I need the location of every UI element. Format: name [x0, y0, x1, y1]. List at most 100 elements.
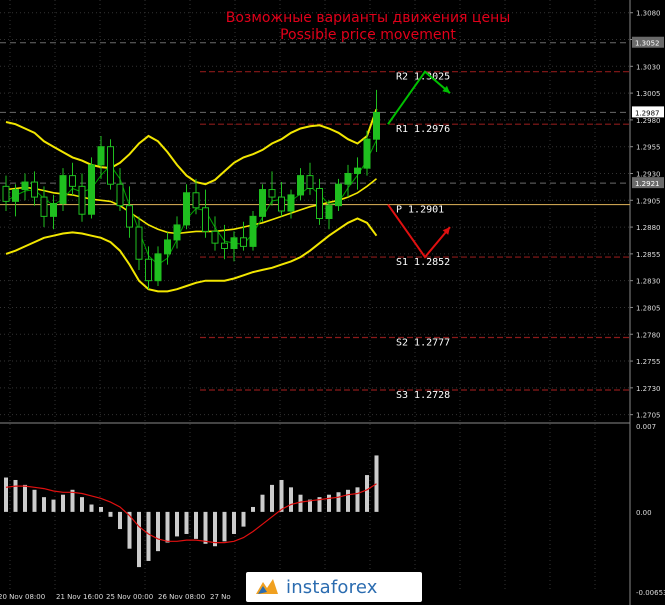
y-tick-label: 1.2780: [636, 331, 661, 339]
y-tick-label: 1.2705: [636, 412, 661, 420]
y-tick-label: 1.2880: [636, 224, 661, 232]
candle-body: [145, 258, 152, 282]
macd-bar: [165, 511, 170, 543]
candle-body: [316, 187, 323, 220]
macd-bar: [23, 484, 27, 512]
macd-tick-label: -0.00653: [636, 589, 665, 597]
candle-body: [325, 205, 333, 220]
chart-background: [0, 0, 665, 605]
x-tick-label: 25 Nov 00:00: [106, 593, 153, 601]
macd-bar: [42, 497, 46, 512]
candle-body: [297, 175, 304, 196]
candle-body: [192, 192, 200, 209]
candle-body: [211, 230, 219, 244]
macd-bar: [241, 511, 246, 527]
macd-bar: [251, 506, 255, 512]
y-tick-label: 1.2830: [636, 278, 661, 286]
candle-body: [240, 237, 247, 247]
level-label: P 1.2901: [396, 205, 444, 216]
level-label: R1 1.2976: [396, 124, 450, 135]
level-label: S3 1.2728: [396, 390, 450, 401]
macd-bar: [289, 487, 293, 512]
candle-body: [31, 181, 38, 198]
candle-body: [107, 146, 114, 185]
macd-bar: [61, 494, 65, 512]
macd-bar: [270, 484, 274, 512]
candle-body: [363, 138, 371, 169]
macd-bar: [51, 499, 56, 512]
y-tick-label: 1.2805: [636, 304, 661, 312]
candle-body: [249, 215, 257, 247]
macd-bar: [137, 511, 141, 568]
candle-body: [126, 205, 133, 228]
candle-body: [88, 164, 95, 215]
candle-body: [2, 185, 10, 202]
macd-tick-label: 0.00: [636, 509, 652, 517]
chart-title-ru: Возможные варианты движения цены: [226, 10, 511, 26]
candle-body: [154, 253, 162, 282]
candle-body: [50, 202, 57, 217]
macd-bar: [32, 489, 37, 512]
candle-body: [221, 242, 228, 250]
x-tick-label: 26 Nov 08:00: [158, 593, 205, 601]
y-tick-label: 1.3030: [636, 63, 661, 71]
candle-body: [97, 146, 105, 166]
macd-bar: [80, 497, 84, 512]
candle-body: [59, 175, 67, 204]
candle-body: [116, 183, 124, 207]
macd-bar: [13, 479, 18, 512]
level-label: S2 1.2777: [396, 337, 450, 348]
macd-bar: [184, 511, 189, 534]
candle-body: [40, 196, 48, 217]
candle-body: [78, 185, 86, 215]
candle-body: [183, 192, 190, 226]
y-tick-label: 1.2755: [636, 358, 661, 366]
macd-bar: [146, 511, 151, 561]
candle-body: [173, 224, 181, 241]
y-tick-label: 1.2855: [636, 251, 661, 259]
y-tick-label: 1.2905: [636, 197, 661, 205]
macd-bar: [336, 492, 341, 512]
macd-bar: [108, 511, 113, 517]
candle-body: [21, 181, 29, 191]
trading-chart: R2 1.3025R1 1.2976P 1.2901S1 1.2852S2 1.…: [0, 0, 665, 605]
y-tick-label: 1.3005: [636, 90, 661, 98]
macd-bar: [89, 504, 94, 512]
level-label: S1 1.2852: [396, 257, 450, 268]
instaforex-watermark: instaforex: [246, 572, 422, 602]
candle-body: [287, 194, 295, 212]
price-tag-label: 1.2987: [635, 109, 660, 117]
chart-title-en: Possible price movement: [280, 27, 456, 43]
macd-bar: [298, 494, 303, 512]
macd-bar: [4, 477, 8, 512]
y-tick-label: 1.2955: [636, 144, 661, 152]
candle-body: [230, 237, 238, 250]
macd-bar: [374, 455, 379, 512]
time-axis: 20 Nov 08:00 21 Nov 16:00 25 Nov 00:00 26 N…: [0, 593, 231, 601]
macd-bar: [99, 506, 103, 512]
macd-bar: [279, 479, 284, 512]
macd-bar: [70, 489, 75, 512]
candle-body: [344, 172, 352, 185]
macd-tick-label: 0.007: [636, 423, 656, 431]
macd-bar: [194, 511, 198, 539]
candle-body: [268, 189, 276, 198]
y-tick-label: 1.3080: [636, 10, 661, 18]
candle-body: [135, 226, 143, 260]
watermark-text: instaforex: [286, 576, 378, 598]
candle-body: [164, 239, 171, 255]
macd-bar: [156, 511, 160, 552]
macd-bar: [260, 494, 265, 512]
macd-bar: [365, 475, 369, 512]
candle-body: [306, 175, 314, 189]
x-tick-label: 20 Nov 08:00: [0, 593, 45, 601]
x-tick-label: 21 Nov 16:00: [56, 593, 103, 601]
x-tick-label: 27 No: [210, 593, 231, 601]
price-tag-label: 1.2921: [635, 180, 660, 188]
candle-body: [12, 189, 19, 202]
macd-bar: [175, 511, 179, 537]
macd-bar: [118, 511, 122, 530]
macd-bar: [222, 511, 227, 542]
candle-body: [354, 167, 361, 174]
macd-bar: [213, 511, 217, 547]
